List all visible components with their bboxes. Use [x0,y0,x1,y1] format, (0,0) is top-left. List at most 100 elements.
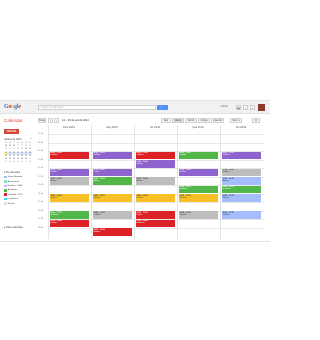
calendar-color-swatch [4,202,7,205]
calendar-event[interactable]: 12:00 – 13:00 Almoço [135,177,175,185]
calendar-event[interactable]: 09:00 – 10:00 Trabalho [49,151,89,159]
calendar-event[interactable]: 09:00 – 10:00 Trabalho [178,151,218,159]
calendar-event[interactable]: 14:00 – 15:00 Reunião [178,194,218,202]
day-header[interactable]: Dom 14/10 [49,125,89,130]
grid-icon[interactable]: ▦ [236,104,241,110]
event-title: Estudos [136,162,144,165]
calendar-color-swatch [4,175,7,179]
calendar-event[interactable]: 16:00 – 17:00 Academia [49,211,89,219]
calendar-event[interactable]: 12:00 – 13:00 Almoço [49,177,89,185]
day-header[interactable]: Ter 16/10 [135,125,175,130]
calendar-event[interactable]: 11:00 – 12:00 Estudos [178,168,218,176]
gear-icon[interactable]: ⚙ [252,118,260,123]
calendar-item[interactable]: Tarefas [4,201,34,205]
calendar-event[interactable]: 18:00 – 19:00 Estudos [92,228,132,236]
view-week-button[interactable]: Week [172,118,184,123]
calendar-event[interactable]: 13:00 – 14:00 Academia [178,185,218,193]
calendar-event[interactable]: 09:00 – 10:00 Trabalho [221,151,261,159]
search-icon: ⌕ [160,105,163,110]
my-calendars-header[interactable]: ▾ My calendars [4,171,34,174]
create-button[interactable]: CREATE [4,129,19,134]
event-title: Almoço [50,179,57,182]
chevron-icon[interactable]: ‹ › [30,138,32,140]
event-title: Estudos [50,222,58,225]
calendar-event[interactable]: 11:00 – 12:00 Estudos [221,168,261,176]
calendar-event[interactable]: 12:00 – 13:00 Almoço [92,177,132,185]
event-title: Almoço [136,179,143,182]
mini-calendar-day[interactable]: 8 [28,161,32,164]
event-title: Estudos [179,171,187,174]
calendar-event[interactable]: 14:00 – 15:00 Reunião [49,194,89,202]
event-title: Projeto [93,171,100,174]
calendar-item-label: Lembretes [7,198,18,201]
share-icon[interactable]: + [250,104,255,110]
event-title: Almoço [222,179,229,182]
calendar-event[interactable]: 16:00 – 17:00 Trabalho [221,211,261,219]
event-title: Trabalho [179,154,187,157]
event-title: Trabalho [93,213,101,216]
day-header[interactable]: Qua 17/10 [178,125,218,130]
today-button[interactable]: Today [38,118,46,123]
event-title: Trabalho [136,154,144,157]
hour-label: 08:00 [38,141,44,144]
calendar-event[interactable]: 16:00 – 17:00 Projeto [135,211,175,219]
view-agenda-button[interactable]: Agenda [211,118,224,123]
view-4days-button[interactable]: 4 Days [198,118,210,123]
avatar[interactable] [258,103,265,111]
calendar-event[interactable]: 16:00 – 17:00 Trabalho [92,211,132,219]
event-title: Reunião [93,196,101,199]
calendar-item-label: Estudos - CEA [7,184,22,187]
calendar-color-swatch [4,184,7,188]
calendar-event[interactable]: 10:00 – 11:00 Estudos [135,160,175,168]
event-title: Reunião [50,196,58,199]
view-day-button[interactable]: Day [161,118,171,123]
calendar-window: Google Search my calendars ⌕ +Victor ▦ ♪… [0,100,270,242]
event-title: Almoço [93,179,100,182]
event-title: Trabalho [50,154,58,157]
event-title: Trabalho [93,154,101,157]
calendar-event[interactable]: 11:00 – 12:00 Estudos [49,168,89,176]
calendar-event[interactable]: 09:00 – 10:00 Trabalho [92,151,132,159]
calendar-event[interactable]: 11:00 – 12:00 Projeto [92,168,132,176]
calendar-item-label: Tarefas [7,202,15,205]
calendar-event[interactable]: 16:00 – 17:00 Trabalho [178,211,218,219]
calendar-color-swatch [4,189,7,192]
week-grid[interactable]: Dom 14/10 Seg 15/10 Ter 16/10 Qua 17/10 Qui … [38,125,264,239]
calendar-item-label: Trabalho - ETC [7,193,23,196]
day-header[interactable]: Qui 18/10 [221,125,261,130]
day-header[interactable]: Seg 15/10 [92,125,132,130]
bell-icon[interactable]: ♪ [243,104,248,110]
calendar-event[interactable]: 14:00 – 15:00 Reunião [135,194,175,202]
app-title: Calendar [4,118,23,123]
calendar-event[interactable]: 13:00 – 14:00 Academia [221,185,261,193]
calendar-color-swatch [4,180,7,183]
calendar-event[interactable]: 14:00 – 15:00 Reunião [221,194,261,202]
event-title: Reunião [222,196,230,199]
user-name[interactable]: +Victor [220,105,228,108]
event-title: Trabalho [179,213,187,216]
top-bar: Google Search my calendars ⌕ +Victor ▦ ♪… [0,101,270,114]
mini-calendar: outubro de 2014 ‹ › D S T Q Q S S 28 29 30 1 2 3 4 5 6 7… [4,138,32,164]
google-logo[interactable]: Google [4,104,21,110]
mini-calendar-grid[interactable]: D S T Q Q S S 28 29 30 1 2 3 4 5 6 7 8 9 10 11 12 13 14 15 16 17 18… [4,142,32,164]
calendar-item-label: Victor Monteiro [7,176,23,179]
calendar-color-swatch [4,197,7,201]
more-button[interactable]: More ▾ [230,118,242,123]
calendar-event[interactable]: 12:00 – 13:00 Almoço [221,177,261,185]
event-title: Reunião [179,196,187,199]
prev-button[interactable]: ‹ [48,118,53,123]
search-input[interactable]: Search my calendars [38,104,156,110]
calendar-color-swatch [4,193,7,197]
calendar-event[interactable]: 09:00 – 10:00 Trabalho [135,151,175,159]
calendar-item-label: Aniversários [7,180,20,183]
date-range: 14 – 20 de out de 2014 [62,119,89,122]
my-calendars: ▾ My calendars Victor Monteiro Aniversári… [4,171,34,206]
next-button[interactable]: › [54,118,59,123]
calendar-event[interactable]: 14:00 – 15:00 Reunião [92,194,132,202]
other-calendars-header[interactable]: ▸ Other calendars [4,226,23,229]
search-button[interactable]: ⌕ [157,104,168,110]
view-month-button[interactable]: Month [185,118,197,123]
calendar-event[interactable]: 17:00 – 18:00 Academia [135,219,175,227]
calendar-event[interactable]: 17:00 – 18:00 Estudos [49,219,89,227]
event-title: Estudos [93,230,101,233]
